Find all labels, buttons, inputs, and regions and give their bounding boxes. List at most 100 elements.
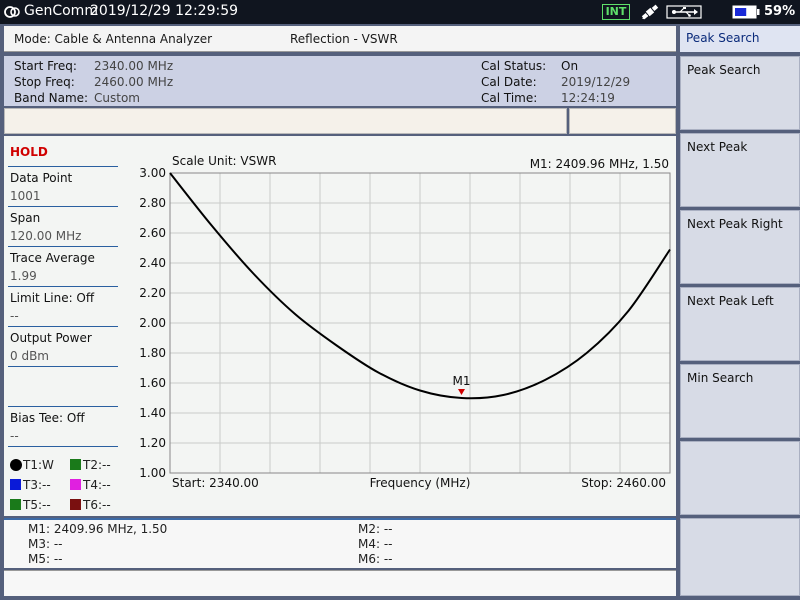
trace-legend-t2[interactable]: T2:-- xyxy=(70,458,111,472)
softkey-empty-7[interactable] xyxy=(680,518,800,596)
bias-tee-label: Bias Tee: Off xyxy=(10,411,85,425)
cal-status-value: On xyxy=(561,59,579,73)
softkey-empty-6[interactable] xyxy=(680,441,800,515)
y-tick-label: 3.00 xyxy=(139,166,166,180)
softkey-next-peak-left[interactable]: Next Peak Left xyxy=(680,287,800,361)
trace-swatch xyxy=(10,459,22,471)
output-power-value: 0 dBm xyxy=(10,349,49,363)
marker-m2-readout: M2: -- xyxy=(358,522,393,536)
trace-label: T4:-- xyxy=(83,478,111,492)
battery-percent: 59% xyxy=(764,4,796,19)
trace-swatch xyxy=(70,479,81,490)
softkey-peak-search[interactable]: Peak Search xyxy=(680,56,800,130)
softkey-next-peak[interactable]: Next Peak xyxy=(680,133,800,207)
trace-legend-t5[interactable]: T5:-- xyxy=(10,498,51,512)
softkey-label: Next Peak xyxy=(687,140,748,154)
marker-label: M1 xyxy=(453,374,471,388)
marker-m1-readout: M1: 2409.96 MHz, 1.50 xyxy=(28,522,168,536)
brand-name: GenComm xyxy=(24,3,98,19)
stop-freq-axis-label: Stop: 2460.00 xyxy=(581,476,666,490)
hold-indicator: HOLD xyxy=(10,145,48,159)
input-entry-field[interactable] xyxy=(4,108,567,134)
cal-status-label: Cal Status: xyxy=(481,59,547,73)
cal-date-value: 2019/12/29 xyxy=(561,75,631,89)
measurement-label: Reflection - VSWR xyxy=(290,32,398,46)
y-tick-label: 2.00 xyxy=(139,316,166,330)
start-freq-axis-label: Start: 2340.00 xyxy=(172,476,259,490)
y-tick-label: 1.00 xyxy=(139,466,166,480)
param-divider xyxy=(8,366,118,367)
start-freq-value: 2340.00 MHz xyxy=(94,59,174,73)
marker-m6-readout: M6: -- xyxy=(358,552,393,566)
int-reference-badge: INT xyxy=(602,4,630,20)
vswr-chart[interactable]: 3.00 2.80 2.60 2.40 2.20 2.00 1.80 1.60 1.40 1.20… xyxy=(120,146,676,496)
data-point-value: 1001 xyxy=(10,189,41,203)
trace-swatch xyxy=(70,499,81,510)
trace-average-value: 1.99 xyxy=(10,269,37,283)
marker-triangle[interactable] xyxy=(458,389,465,395)
param-divider xyxy=(8,286,118,287)
system-datetime: 2019/12/29 12:29:59 xyxy=(90,3,239,19)
trace-legend-t6[interactable]: T6:-- xyxy=(70,498,111,512)
softkey-label: Min Search xyxy=(687,371,754,385)
y-tick-label: 1.60 xyxy=(139,376,166,390)
param-divider xyxy=(8,206,118,207)
trace-legend-t3[interactable]: T3:-- xyxy=(10,478,51,492)
mode-bar: Mode: Cable & Antenna Analyzer Reflectio… xyxy=(4,26,676,52)
start-freq-label: Start Freq: xyxy=(14,59,77,73)
band-name-label: Band Name: xyxy=(14,91,89,105)
limit-line-value: -- xyxy=(10,309,19,323)
y-axis-ticks: 3.00 2.80 2.60 2.40 2.20 2.00 1.80 1.60 1.40 1.20… xyxy=(139,166,166,480)
trace-label: T6:-- xyxy=(83,498,111,512)
y-tick-label: 2.20 xyxy=(139,286,166,300)
param-divider xyxy=(8,166,118,167)
mode-label: Mode: Cable & Antenna Analyzer xyxy=(14,32,213,46)
y-tick-label: 2.80 xyxy=(139,196,166,210)
marker-m3-readout: M3: -- xyxy=(28,537,63,551)
trace-swatch xyxy=(10,479,21,490)
y-tick-label: 1.20 xyxy=(139,436,166,450)
param-divider xyxy=(8,446,118,447)
band-name-value: Custom xyxy=(94,91,140,105)
y-tick-label: 2.40 xyxy=(139,256,166,270)
stop-freq-label: Stop Freq: xyxy=(14,75,75,89)
trace-label: T2:-- xyxy=(83,458,111,472)
marker-readout: M1: 2409.96 MHz, 1.50 xyxy=(530,157,669,171)
side-parameters: HOLD Data Point 1001 Span 120.00 MHz Tra… xyxy=(4,136,120,516)
trace-label: T1:W xyxy=(23,458,54,472)
marker-m5-readout: M5: -- xyxy=(28,552,63,566)
trace-label: T5:-- xyxy=(23,498,51,512)
softkey-next-peak-right[interactable]: Next Peak Right xyxy=(680,210,800,284)
message-bar xyxy=(4,570,676,596)
span-label: Span xyxy=(10,211,41,225)
gencomm-logo-icon xyxy=(4,6,20,18)
sweep-info-panel: Start Freq: 2340.00 MHz Stop Freq: 2460.… xyxy=(4,56,676,106)
trace-average-label: Trace Average xyxy=(10,251,95,265)
marker-layer: M1 xyxy=(453,374,471,395)
trace-legend-t4[interactable]: T4:-- xyxy=(70,478,111,492)
y-tick-label: 2.60 xyxy=(139,226,166,240)
softkey-label: Next Peak Right xyxy=(687,217,783,231)
param-divider xyxy=(8,326,118,327)
scale-unit-label: Scale Unit: VSWR xyxy=(172,154,276,168)
cal-time-label: Cal Time: xyxy=(481,91,538,105)
trace-label: T3:-- xyxy=(23,478,51,492)
cal-time-value: 12:24:19 xyxy=(561,91,615,105)
chart-grid xyxy=(170,173,670,473)
trace-legend-t1[interactable]: T1:W xyxy=(10,458,54,472)
param-divider xyxy=(8,406,118,407)
softkey-label: Next Peak Left xyxy=(687,294,774,308)
input-unit-field xyxy=(569,108,676,134)
trace-swatch xyxy=(70,459,81,470)
softkey-min-search[interactable]: Min Search xyxy=(680,364,800,438)
limit-line-label: Limit Line: Off xyxy=(10,291,95,305)
softkey-menu-title: Peak Search xyxy=(680,26,800,52)
y-tick-label: 1.40 xyxy=(139,406,166,420)
trace-swatch xyxy=(10,499,21,510)
bias-tee-value: -- xyxy=(10,429,19,443)
usb-icon xyxy=(666,5,702,19)
battery-icon xyxy=(732,5,760,19)
span-value: 120.00 MHz xyxy=(10,229,82,243)
stop-freq-value: 2460.00 MHz xyxy=(94,75,174,89)
data-point-label: Data Point xyxy=(10,171,73,185)
